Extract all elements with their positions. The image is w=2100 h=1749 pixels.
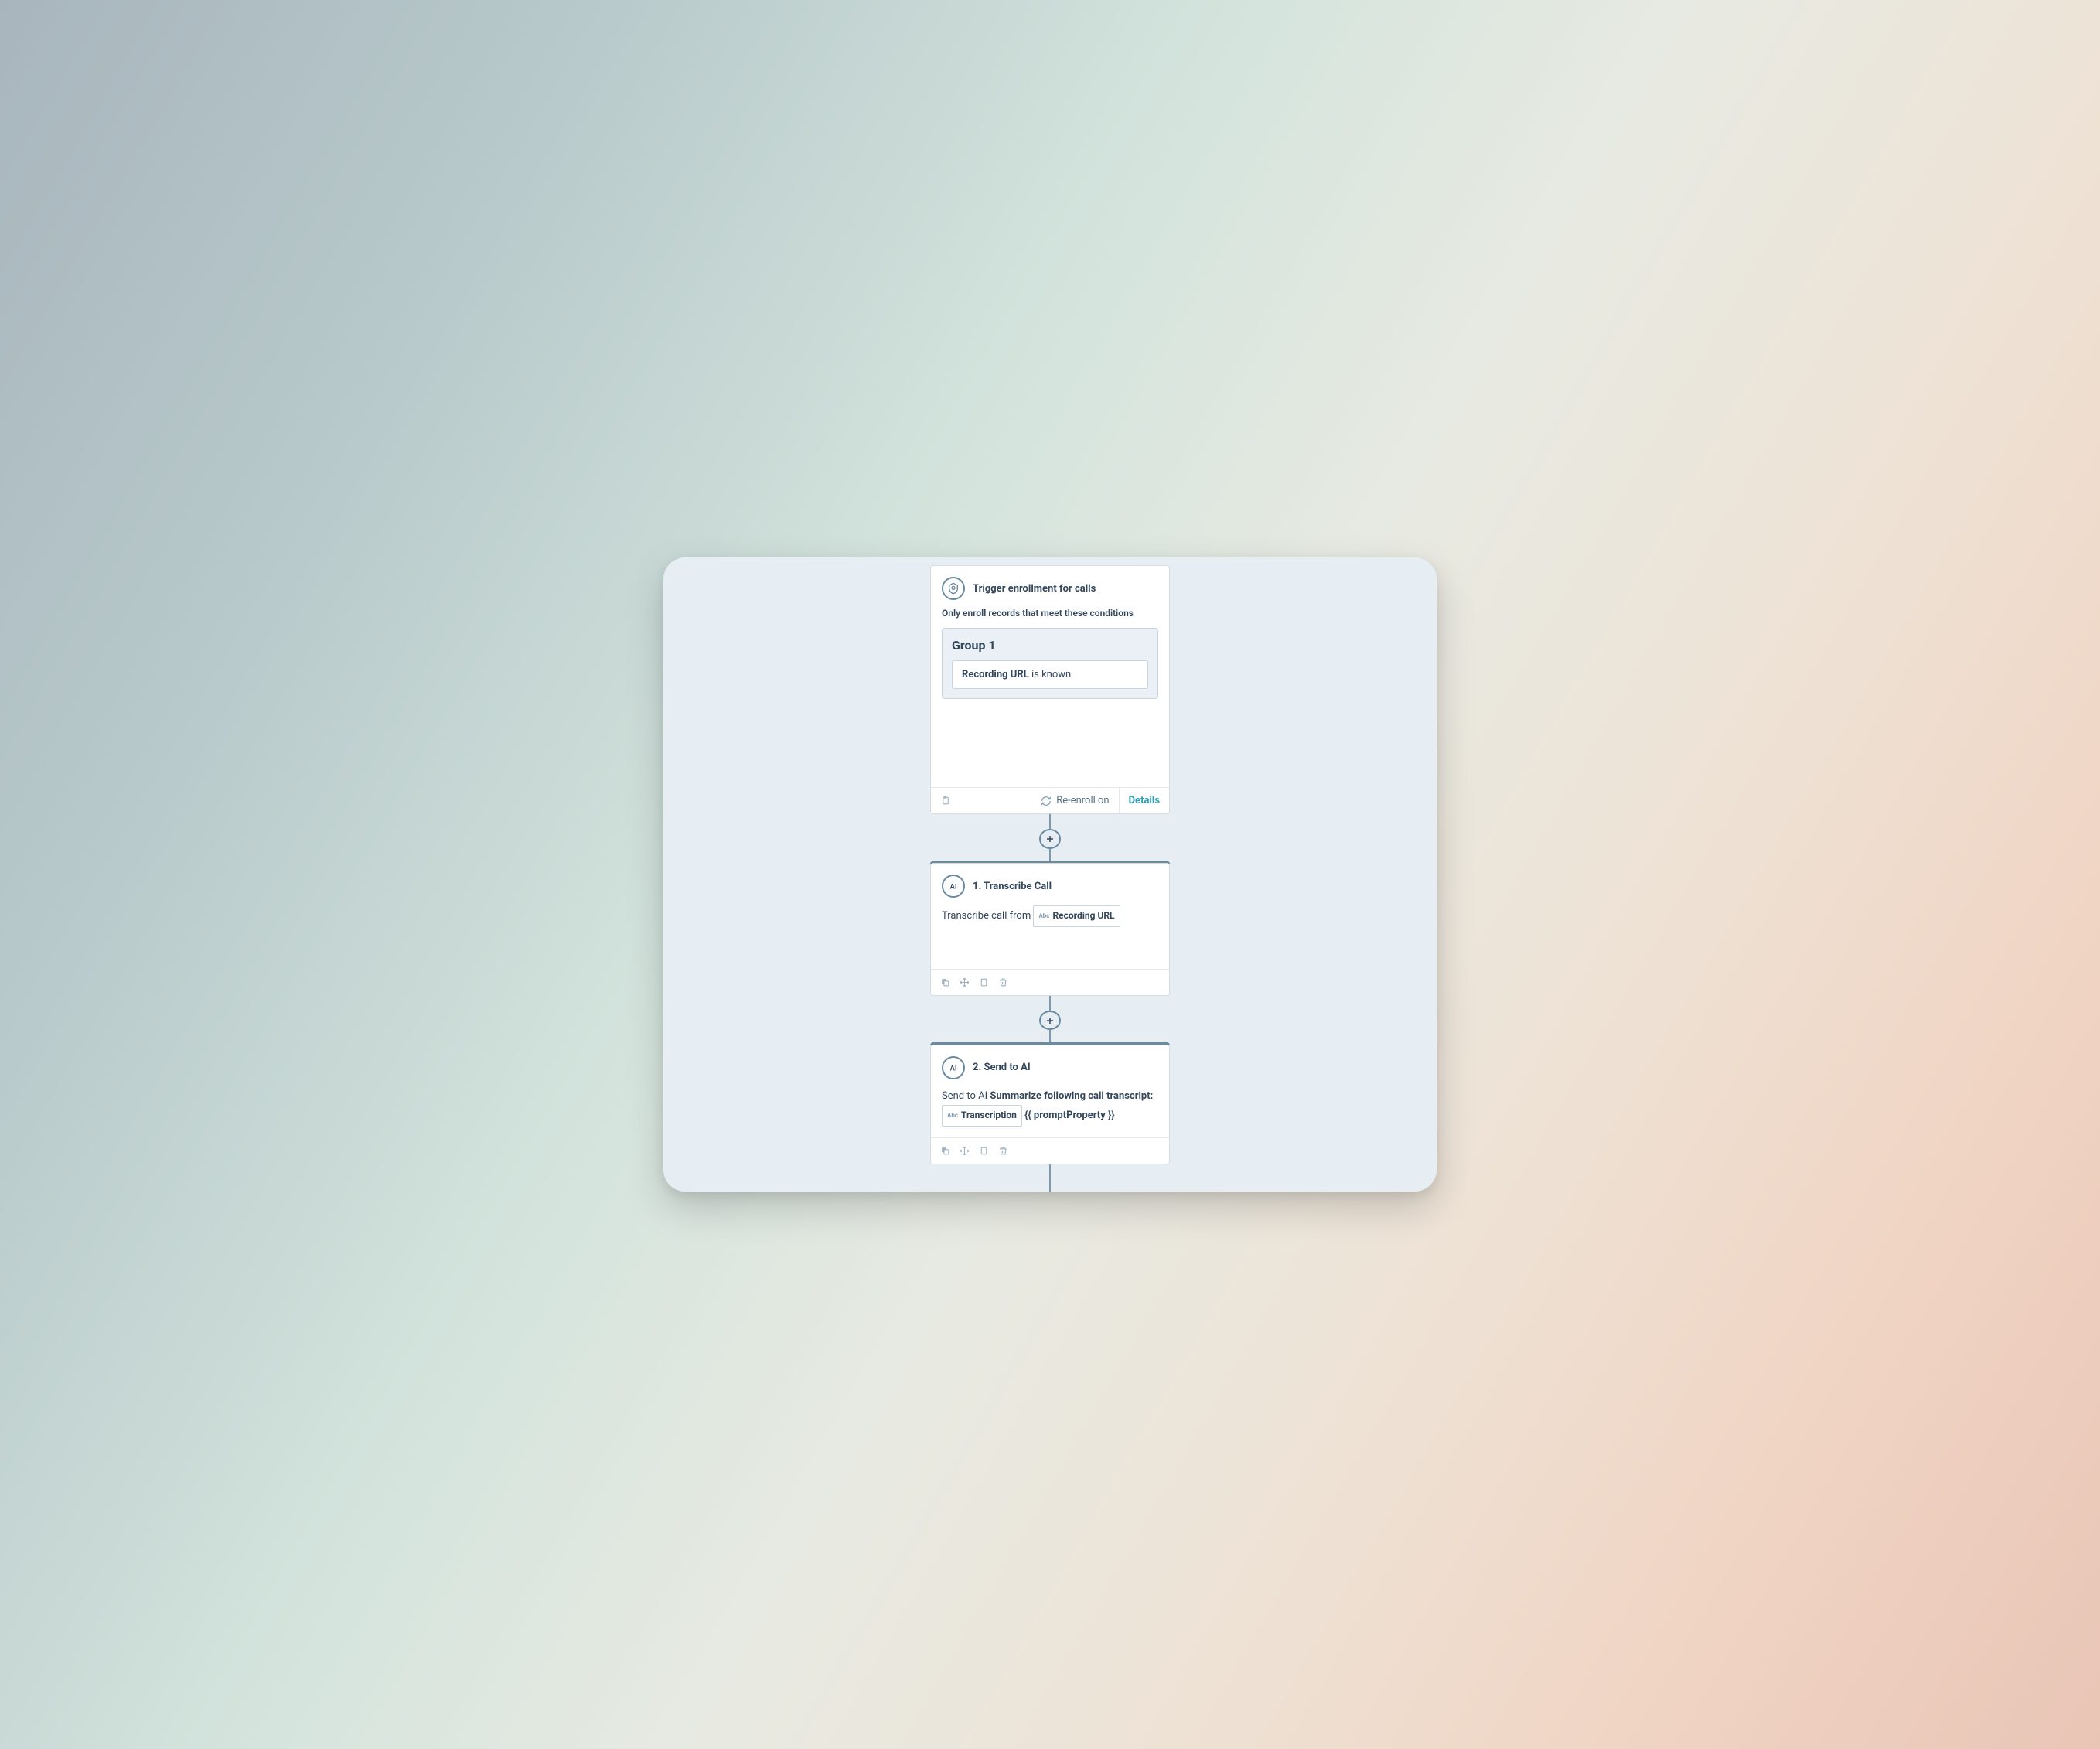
step-2-body: Send to AI Summarize following call tran… bbox=[931, 1087, 1169, 1137]
reenroll-label: Re-enroll on bbox=[1056, 795, 1109, 806]
connector-line bbox=[1049, 849, 1051, 861]
step-1-header: AI 1. Transcribe Call bbox=[931, 864, 1169, 905]
connector-line bbox=[1049, 1030, 1051, 1042]
details-button[interactable]: Details bbox=[1119, 788, 1160, 813]
step-2-header: AI 2. Send to AI bbox=[931, 1045, 1169, 1087]
step-2-prompt-b: {{ promptProperty }} bbox=[1024, 1110, 1114, 1121]
filter-property: Recording URL bbox=[962, 669, 1029, 680]
filter-operator: is known bbox=[1031, 669, 1071, 680]
step-1-footer bbox=[931, 969, 1169, 995]
trash-icon[interactable] bbox=[998, 977, 1008, 987]
ai-icon: AI bbox=[942, 874, 965, 898]
workflow-canvas: Trigger enrollment for calls Only enroll… bbox=[663, 557, 1437, 1192]
move-icon[interactable] bbox=[960, 1146, 970, 1156]
group-label: Group 1 bbox=[952, 638, 1148, 653]
plus-icon bbox=[1045, 1016, 1055, 1025]
reenroll-toggle[interactable]: Re-enroll on bbox=[1041, 795, 1109, 806]
trigger-subtitle: Only enroll records that meet these cond… bbox=[931, 608, 1169, 628]
step-2-footer bbox=[931, 1137, 1169, 1164]
token-label: Recording URL bbox=[1052, 908, 1114, 925]
step-2-prompt-a: Summarize following call transcript: bbox=[990, 1090, 1153, 1102]
clone-icon[interactable] bbox=[940, 1146, 950, 1156]
recording-url-token[interactable]: Abc Recording URL bbox=[1033, 905, 1120, 927]
add-step-button-2[interactable] bbox=[1039, 1011, 1061, 1030]
trash-icon[interactable] bbox=[998, 1146, 1008, 1156]
connector-line bbox=[1049, 814, 1051, 829]
step-1-body: Transcribe call from Abc Recording URL bbox=[931, 905, 1169, 969]
svg-text:AI: AI bbox=[950, 882, 957, 890]
trigger-footer: Re-enroll on Details bbox=[931, 787, 1169, 813]
move-icon[interactable] bbox=[960, 977, 970, 987]
ai-icon: AI bbox=[942, 1056, 965, 1079]
workflow-flow: Trigger enrollment for calls Only enroll… bbox=[663, 557, 1437, 1192]
filter-group[interactable]: Group 1 Recording URL is known bbox=[942, 628, 1158, 699]
clipboard-icon[interactable] bbox=[940, 796, 950, 806]
clipboard-icon[interactable] bbox=[979, 1146, 989, 1156]
plus-icon bbox=[1045, 834, 1055, 844]
add-step-button-1[interactable] bbox=[1039, 829, 1061, 848]
token-type-label: Abc bbox=[947, 1110, 958, 1121]
step-1-card[interactable]: AI 1. Transcribe Call Transcribe call fr… bbox=[930, 863, 1170, 996]
svg-text:AI: AI bbox=[950, 1064, 957, 1072]
trigger-card-header: Trigger enrollment for calls bbox=[931, 566, 1169, 608]
token-type-label: Abc bbox=[1038, 911, 1049, 922]
step-2-title: 2. Send to AI bbox=[973, 1062, 1031, 1073]
refresh-icon bbox=[1041, 796, 1052, 806]
step-2-prefix: Send to AI bbox=[942, 1090, 987, 1102]
trigger-title: Trigger enrollment for calls bbox=[973, 583, 1096, 595]
step-1-title: 1. Transcribe Call bbox=[973, 881, 1052, 892]
step-2-card[interactable]: AI 2. Send to AI Send to AI Summarize fo… bbox=[930, 1045, 1170, 1164]
connector-line bbox=[1049, 1164, 1051, 1192]
step-1-prefix: Transcribe call from bbox=[942, 910, 1031, 922]
transcription-token[interactable]: Abc Transcription bbox=[942, 1105, 1022, 1127]
clipboard-icon[interactable] bbox=[979, 977, 989, 987]
filter-condition[interactable]: Recording URL is known bbox=[952, 660, 1148, 689]
clone-icon[interactable] bbox=[940, 977, 950, 987]
trigger-card[interactable]: Trigger enrollment for calls Only enroll… bbox=[930, 565, 1170, 814]
token-label: Transcription bbox=[961, 1107, 1017, 1124]
trigger-icon bbox=[942, 577, 965, 600]
connector-line bbox=[1049, 996, 1051, 1011]
